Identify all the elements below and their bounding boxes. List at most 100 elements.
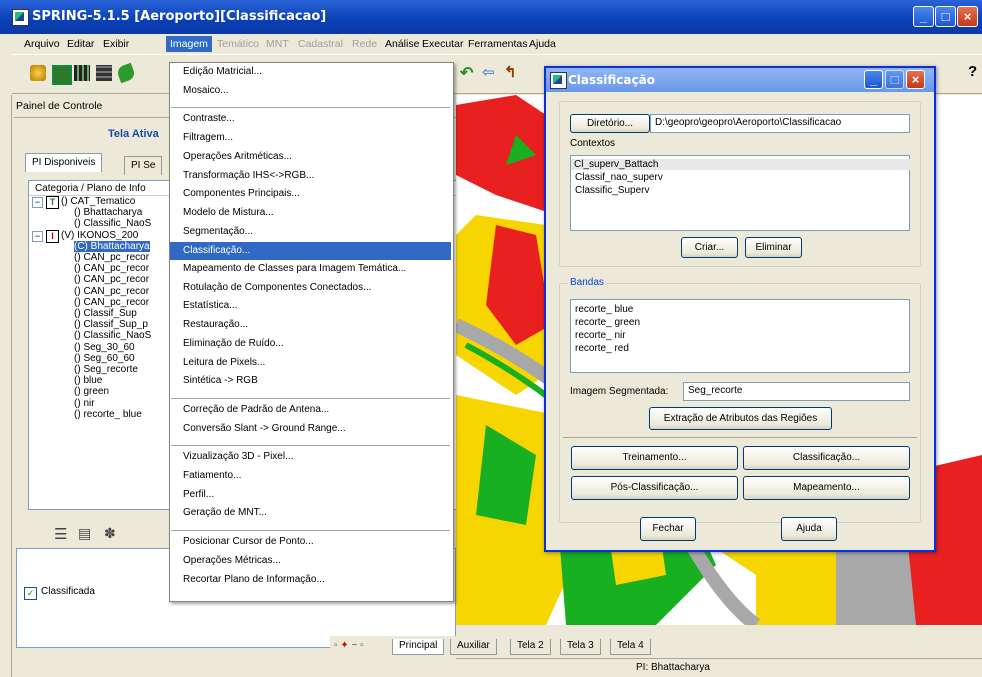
tree-item[interactable]: () blue <box>74 375 102 386</box>
tools-icon[interactable]: ✽ <box>104 525 116 542</box>
menu-item[interactable]: Transformação IHS<->RGB... <box>183 170 314 181</box>
pos-classificacao-button[interactable]: Pós-Classificação... <box>571 476 738 500</box>
project-icon[interactable] <box>52 65 72 85</box>
menu-ferramentas[interactable]: Ferramentas <box>468 38 528 50</box>
menu-item[interactable]: Filtragem... <box>183 132 233 143</box>
tree-item[interactable]: () Classif_Sup <box>74 308 137 319</box>
tree-expand-toggle[interactable]: − <box>32 197 43 208</box>
menu-item[interactable]: Classificação... <box>170 242 451 261</box>
tree-item[interactable]: () CAT_Tematico <box>61 196 135 207</box>
extracao-atributos-button[interactable]: Extração de Atributos das Regiões <box>649 407 832 430</box>
tree-item[interactable]: () CAN_pc_recor <box>74 286 149 297</box>
menu-item[interactable]: Estatística... <box>183 300 237 311</box>
dialog-minimize-button[interactable]: _ <box>864 70 883 89</box>
leaf-icon[interactable] <box>115 62 137 84</box>
menu-analise[interactable]: Análise <box>385 38 419 50</box>
list-icon[interactable]: ☰ <box>54 525 67 543</box>
tree-item[interactable]: (V) IKONOS_200 <box>61 230 138 241</box>
banda-item[interactable]: recorte_ nir <box>575 330 626 341</box>
classificacao-button[interactable]: Classificação... <box>743 446 910 470</box>
tree-item[interactable]: () Bhattacharya <box>74 207 142 218</box>
tree-expand-toggle[interactable]: − <box>32 230 43 242</box>
menu-item[interactable]: Restauração... <box>183 319 248 330</box>
menu-item[interactable]: Sintética -> RGB <box>183 375 258 386</box>
menu-item[interactable]: Leitura de Pixels... <box>183 357 265 368</box>
menu-item[interactable]: Geração de MNT... <box>183 507 267 518</box>
menu-tematico[interactable]: Temático <box>217 38 259 50</box>
layers-icon[interactable] <box>74 65 90 81</box>
menu-imagem[interactable]: Imagem <box>166 36 212 52</box>
tree-item[interactable]: () CAN_pc_recor <box>74 274 149 285</box>
undo-icon[interactable]: ↰ <box>504 63 520 81</box>
menu-item[interactable]: Posicionar Cursor de Ponto... <box>183 536 314 547</box>
menu-executar[interactable]: Executar <box>422 38 463 50</box>
fechar-button[interactable]: Fechar <box>640 517 696 541</box>
tree-item[interactable]: () CAN_pc_recor <box>74 297 149 308</box>
menu-item[interactable]: Perfil... <box>183 489 214 500</box>
diretorio-path-field[interactable]: D:\geopro\geopro\Aeroporto\Classificacao <box>650 114 910 133</box>
tree-item[interactable]: () Seg_recorte <box>74 364 138 375</box>
tree-item-selected[interactable]: (C) Bhattacharya <box>74 240 150 252</box>
menu-item[interactable]: Vizualização 3D - Pixel... <box>183 451 293 462</box>
menu-item[interactable]: Operações Métricas... <box>183 555 281 566</box>
tree-item[interactable]: () CAN_pc_recor <box>74 252 149 263</box>
menu-mnt[interactable]: MNT <box>266 38 289 50</box>
menu-item[interactable]: Rotulação de Componentes Conectados... <box>183 282 371 293</box>
mapeamento-button[interactable]: Mapeamento... <box>743 476 910 500</box>
classificada-checkbox[interactable]: ✓ <box>24 587 37 600</box>
eliminar-button[interactable]: Eliminar <box>745 237 802 258</box>
menu-item[interactable]: Modelo de Mistura... <box>183 207 274 218</box>
menu-arquivo[interactable]: Arquivo <box>24 38 60 50</box>
menu-item[interactable]: Segmentação... <box>183 226 253 237</box>
tab-principal[interactable]: Principal <box>392 639 445 655</box>
tree-item[interactable]: () Seg_60_60 <box>74 353 135 364</box>
tab-tela-2[interactable]: Tela 2 <box>510 639 551 655</box>
menu-item[interactable]: Operações Aritméticas... <box>183 151 292 162</box>
menu-item[interactable]: Componentes Principais... <box>183 188 300 199</box>
menu-item[interactable]: Fatiamento... <box>183 470 241 481</box>
tree-item[interactable]: () Classific_NaoS <box>74 330 151 341</box>
tab-pi-disponiveis[interactable]: PI Disponiveis <box>25 153 103 172</box>
menu-item[interactable]: Recortar Plano de Informação... <box>183 574 325 585</box>
treinamento-button[interactable]: Treinamento... <box>571 446 738 470</box>
tab-pi-selecionados[interactable]: PI Se <box>124 156 163 175</box>
menu-ajuda[interactable]: Ajuda <box>529 38 556 50</box>
diretorio-button[interactable]: Diretório... <box>570 114 650 133</box>
contexto-item[interactable]: Cl_superv_Battach <box>571 159 910 170</box>
tree-item[interactable]: () Seg_30_60 <box>74 342 135 353</box>
banda-item[interactable]: recorte_ green <box>575 317 640 328</box>
banda-item[interactable]: recorte_ blue <box>575 304 633 315</box>
menu-item[interactable]: Edição Matricial... <box>183 66 262 77</box>
database-icon[interactable] <box>30 65 46 81</box>
tree-item[interactable]: () CAN_pc_recor <box>74 263 149 274</box>
imagem-segmentada-field[interactable]: Seg_recorte <box>683 382 910 401</box>
table-icon[interactable]: ▤ <box>78 525 91 542</box>
tab-tela-3[interactable]: Tela 3 <box>560 639 601 655</box>
criar-button[interactable]: Criar... <box>681 237 738 258</box>
arrow-left-icon[interactable]: ⇦ <box>482 63 498 81</box>
banda-item[interactable]: recorte_ red <box>575 343 629 354</box>
tree-item[interactable]: () nir <box>74 398 95 409</box>
rotate-left-icon[interactable]: ↶ <box>460 63 476 82</box>
help-icon[interactable]: ? <box>968 63 982 80</box>
tab-tela-4[interactable]: Tela 4 <box>610 639 651 655</box>
tab-nav-icons[interactable]: ▫ ✦ − ▫ <box>334 640 364 651</box>
contexto-item[interactable]: Classif_nao_superv <box>575 172 663 183</box>
minimize-button[interactable]: _ <box>913 6 934 27</box>
menu-item[interactable]: Eliminação de Ruído... <box>183 338 284 349</box>
menu-exibir[interactable]: Exibir <box>103 38 129 50</box>
menu-editar[interactable]: Editar <box>67 38 94 50</box>
menu-item[interactable]: Mapeamento de Classes para Imagem Temáti… <box>183 263 406 274</box>
menu-item[interactable]: Correção de Padrão de Antena... <box>183 404 329 415</box>
menu-item[interactable]: Mosaico... <box>183 85 229 96</box>
dialog-close-button[interactable]: × <box>906 70 925 89</box>
tree-item[interactable]: () recorte_ blue <box>74 409 142 420</box>
contexto-item[interactable]: Classific_Superv <box>575 185 649 196</box>
ajuda-button[interactable]: Ajuda <box>781 517 837 541</box>
menu-item[interactable]: Contraste... <box>183 113 235 124</box>
grid-icon[interactable] <box>96 65 112 81</box>
tree-item[interactable]: () green <box>74 386 109 397</box>
maximize-button[interactable]: □ <box>935 6 956 27</box>
menu-rede[interactable]: Rede <box>352 38 377 50</box>
menu-cadastral[interactable]: Cadastral <box>298 38 343 50</box>
